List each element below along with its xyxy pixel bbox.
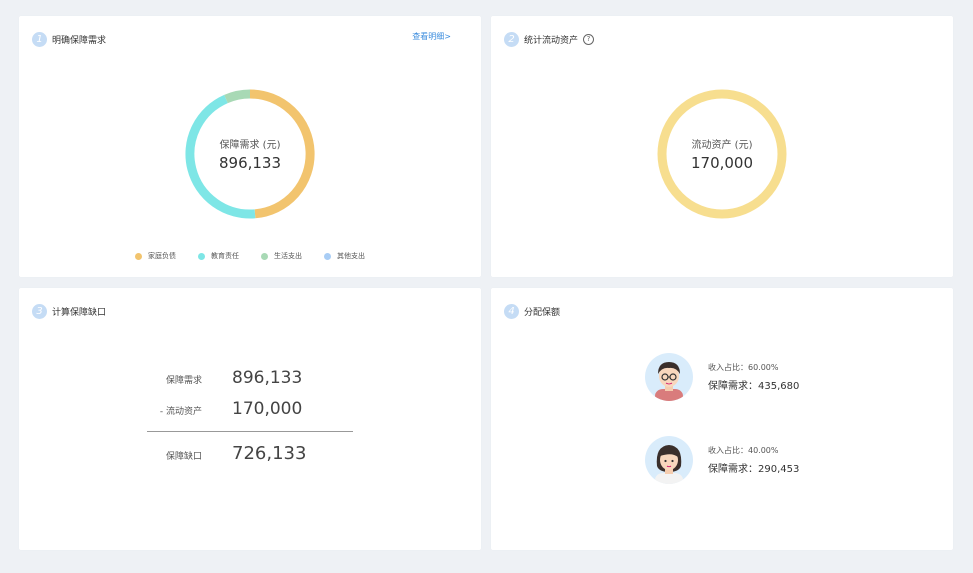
card-title: 分配保额 (524, 307, 561, 318)
card-liquid-assets: 2 统计流动资产 ? 流动资产 (元) 170,000 (491, 16, 953, 277)
person-info: 收入占比：40.00% 保障需求：290,453 (708, 445, 799, 475)
gap-value: 170,000 (232, 399, 303, 419)
income-ratio: 收入占比：60.00% (708, 363, 779, 372)
assets-donut-chart: 流动资产 (元) 170,000 (654, 86, 790, 222)
chart-legend: 家庭负债 教育责任 生活支出 其他支出 (19, 251, 481, 261)
view-details-link[interactable]: 查看明细> (412, 31, 451, 42)
gap-label: 保障需求 (165, 376, 202, 386)
legend-label: 教育责任 (211, 252, 239, 260)
donut-center: 流动资产 (元) 170,000 (654, 86, 790, 222)
male-avatar (645, 353, 693, 401)
person-female: 收入占比：40.00% 保障需求：290,453 (645, 436, 799, 484)
legend-dot (261, 252, 268, 260)
legend-label: 其他支出 (337, 252, 365, 260)
gap-label: 保障缺口 (165, 452, 202, 462)
donut-value: 896,133 (218, 154, 282, 172)
step-badge: 2 (504, 31, 519, 47)
legend-item-living-expense[interactable]: 生活支出 (261, 251, 302, 261)
gap-label: - 流动资产 (159, 407, 202, 417)
donut-label: 流动资产 (元) (691, 140, 753, 151)
card-header: 1 明确保障需求 (32, 31, 106, 47)
gap-value: 896,133 (232, 368, 303, 388)
step-badge: 1 (32, 31, 47, 47)
donut-value: 170,000 (690, 154, 754, 172)
card-title: 统计流动资产 (524, 35, 579, 46)
card-header: 4 分配保额 (504, 303, 560, 319)
divider (147, 431, 353, 432)
gap-row-result: 保障缺口 726,133 (147, 443, 357, 464)
question-icon[interactable]: ? (583, 33, 595, 45)
person-info: 收入占比：60.00% 保障需求：435,680 (708, 362, 799, 392)
female-avatar (645, 436, 693, 484)
legend-item-family-debt[interactable]: 家庭负债 (135, 251, 176, 261)
legend-dot (324, 252, 331, 260)
legend-dot (198, 252, 205, 260)
card-title: 计算保障缺口 (52, 307, 107, 318)
card-header: 3 计算保障缺口 (32, 303, 106, 319)
gap-row-assets: - 流动资产 170,000 (147, 399, 357, 419)
card-protection-gap: 3 计算保障缺口 保障需求 896,133 - 流动资产 170,000 保障缺… (19, 288, 481, 550)
protection-need: 保障需求：435,680 (708, 381, 800, 392)
legend-item-other-expense[interactable]: 其他支出 (324, 251, 365, 261)
step-badge: 3 (32, 303, 47, 319)
legend-label: 生活支出 (274, 252, 302, 260)
needs-donut-chart: 保障需求 (元) 896,133 (182, 86, 318, 222)
donut-center: 保障需求 (元) 896,133 (182, 86, 318, 222)
gap-value: 726,133 (232, 443, 307, 464)
card-protection-needs: 1 明确保障需求 查看明细> 保障需求 (元) 896,133 家庭负债 教育责… (19, 16, 481, 277)
step-badge: 4 (504, 303, 519, 319)
protection-need: 保障需求：290,453 (708, 464, 800, 475)
legend-label: 家庭负债 (148, 252, 176, 260)
card-title: 明确保障需求 (52, 35, 107, 46)
donut-label: 保障需求 (元) (219, 140, 281, 151)
legend-dot (135, 252, 142, 260)
person-male: 收入占比：60.00% 保障需求：435,680 (645, 353, 799, 401)
card-header: 2 统计流动资产 ? (504, 31, 595, 47)
income-ratio: 收入占比：40.00% (708, 446, 779, 455)
legend-item-education[interactable]: 教育责任 (198, 251, 239, 261)
gap-row-needs: 保障需求 896,133 (147, 368, 357, 388)
card-allocate-coverage: 4 分配保额 收入占比：60.00% 保障需求：435,680 收入占比：40.… (491, 288, 953, 550)
